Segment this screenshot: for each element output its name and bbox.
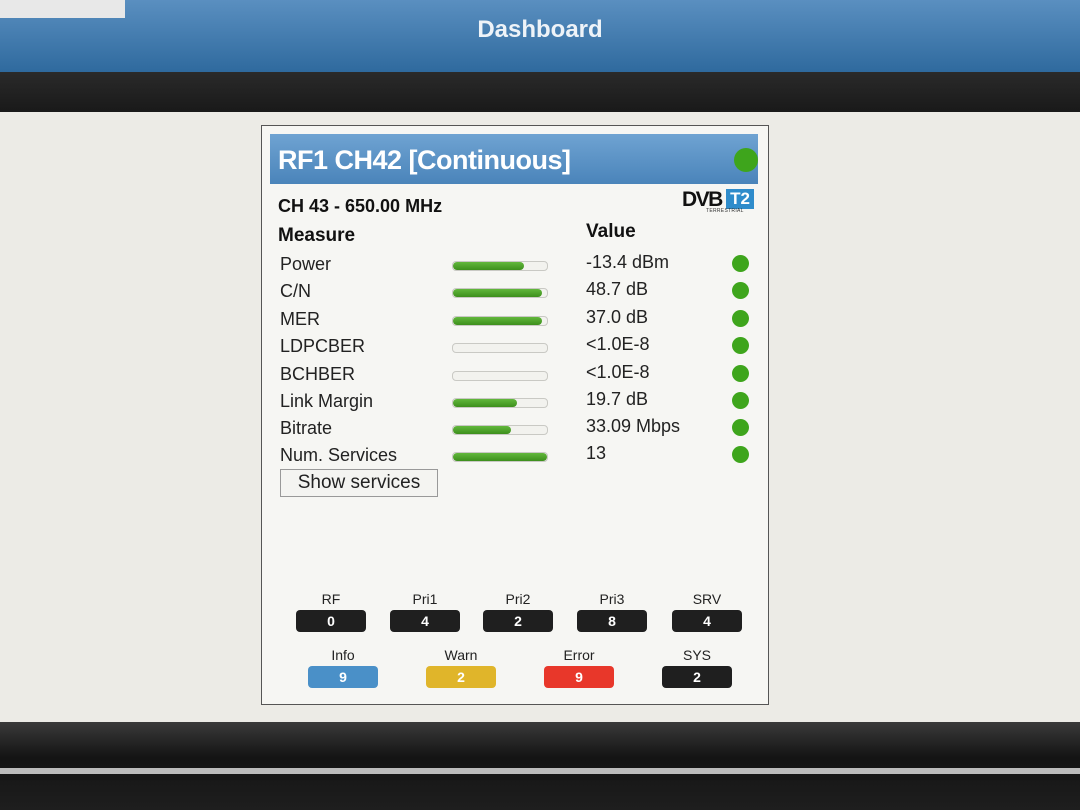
measure-label: C/N <box>280 281 311 301</box>
measure-level-bar <box>452 425 548 435</box>
counter-label: SRV <box>692 591 722 607</box>
bottom-stripe <box>0 768 1080 774</box>
counter-pri3[interactable]: Pri3 8 <box>577 591 647 637</box>
measure-level-fill <box>453 426 512 434</box>
counter-label: Pri2 <box>505 591 531 607</box>
measure-value: 48.7 dB <box>586 279 649 299</box>
measure-row: Power -13.4 dBm <box>278 252 752 281</box>
measure-value: 37.0 dB <box>586 307 649 327</box>
measure-label: LDPCBER <box>280 336 366 356</box>
measure-column-header: Measure <box>278 225 356 246</box>
measure-level-fill <box>453 399 517 407</box>
measure-label: Bitrate <box>280 418 333 438</box>
channel-frequency: CH 43 - 650.00 MHz <box>278 196 443 216</box>
status-led <box>732 337 749 354</box>
measure-row: LDPCBER <1.0E-8 <box>278 334 752 363</box>
counter-label: Info <box>331 647 355 663</box>
panel-title: RF1 CH42 [Continuous] <box>278 145 571 175</box>
panel-header: RF1 CH42 [Continuous] <box>270 134 758 184</box>
measure-level-bar <box>452 288 548 298</box>
counter-label: Pri3 <box>599 591 625 607</box>
status-led <box>732 365 749 382</box>
counter-rf[interactable]: RF 0 <box>296 591 366 637</box>
measure-value: <1.0E-8 <box>586 334 650 354</box>
value-column-header: Value <box>586 221 636 242</box>
counter-badge: 4 <box>390 610 460 632</box>
channel-status-led <box>734 148 758 172</box>
counter-warn[interactable]: Warn 2 <box>426 647 496 693</box>
measure-row: Num. Services 13 <box>278 443 752 472</box>
counter-label: Error <box>563 647 595 663</box>
counter-info[interactable]: Info 9 <box>308 647 378 693</box>
measure-value: 19.7 dB <box>586 389 649 409</box>
top-bar: Dashboard <box>0 0 1080 74</box>
measure-label: MER <box>280 309 320 329</box>
counter-badge: 0 <box>296 610 366 632</box>
status-led <box>732 255 749 272</box>
logo-sub-text: TERRESTRIAL <box>706 208 744 214</box>
measure-row: MER 37.0 dB <box>278 307 752 336</box>
counter-badge: 9 <box>544 666 614 688</box>
channel-panel: RF1 CH42 [Continuous] CH 43 - 650.00 MHz… <box>261 125 769 705</box>
measure-level-bar <box>452 316 548 326</box>
measure-level-fill <box>453 453 547 461</box>
status-led <box>732 419 749 436</box>
counter-error[interactable]: Error 9 <box>544 647 614 693</box>
measure-label: Power <box>280 254 332 274</box>
measure-value: -13.4 dBm <box>586 252 670 272</box>
measure-row: Bitrate 33.09 Mbps <box>278 416 752 445</box>
counter-label: RF <box>321 591 341 607</box>
counter-srv[interactable]: SRV 4 <box>672 591 742 637</box>
status-led <box>732 310 749 327</box>
measure-level-bar <box>452 398 548 408</box>
measure-label: Link Margin <box>280 391 374 411</box>
counter-badge: 8 <box>577 610 647 632</box>
counter-label: Pri1 <box>412 591 438 607</box>
counter-label: SYS <box>682 647 711 663</box>
counter-badge: 2 <box>426 666 496 688</box>
dvb-t2-logo: DVB T2 TERRESTRIAL <box>682 188 754 214</box>
counter-badge: 9 <box>308 666 378 688</box>
counter-pri2[interactable]: Pri2 2 <box>483 591 553 637</box>
counter-badge: 4 <box>672 610 742 632</box>
page-title: Dashboard <box>477 16 603 43</box>
measure-row: Link Margin 19.7 dB <box>278 389 752 418</box>
counter-sys[interactable]: SYS 2 <box>662 647 732 693</box>
measure-level-bar <box>452 343 548 353</box>
measure-value: 33.09 Mbps <box>586 416 681 436</box>
measure-row: C/N 48.7 dB <box>278 279 752 308</box>
measure-label: Num. Services <box>280 445 398 465</box>
measure-value: 13 <box>586 443 607 463</box>
measure-row: BCHBER <1.0E-8 <box>278 362 752 391</box>
measure-label: BCHBER <box>280 364 356 384</box>
measure-level-fill <box>453 262 524 270</box>
measure-level-bar <box>452 371 548 381</box>
measure-level-bar <box>452 261 548 271</box>
logo-t2-text: T2 <box>726 189 754 209</box>
counter-pri1[interactable]: Pri1 4 <box>390 591 460 637</box>
measure-level-fill <box>453 289 543 297</box>
counter-badge: 2 <box>662 666 732 688</box>
measure-level-fill <box>453 317 543 325</box>
status-led <box>732 446 749 463</box>
measure-level-bar <box>452 452 548 462</box>
status-led <box>732 282 749 299</box>
status-led <box>732 392 749 409</box>
show-services-button[interactable]: Show services <box>280 469 438 497</box>
counter-badge: 2 <box>483 610 553 632</box>
measure-value: <1.0E-8 <box>586 362 650 382</box>
bottom-bar <box>0 722 1080 810</box>
counter-label: Warn <box>444 647 478 663</box>
